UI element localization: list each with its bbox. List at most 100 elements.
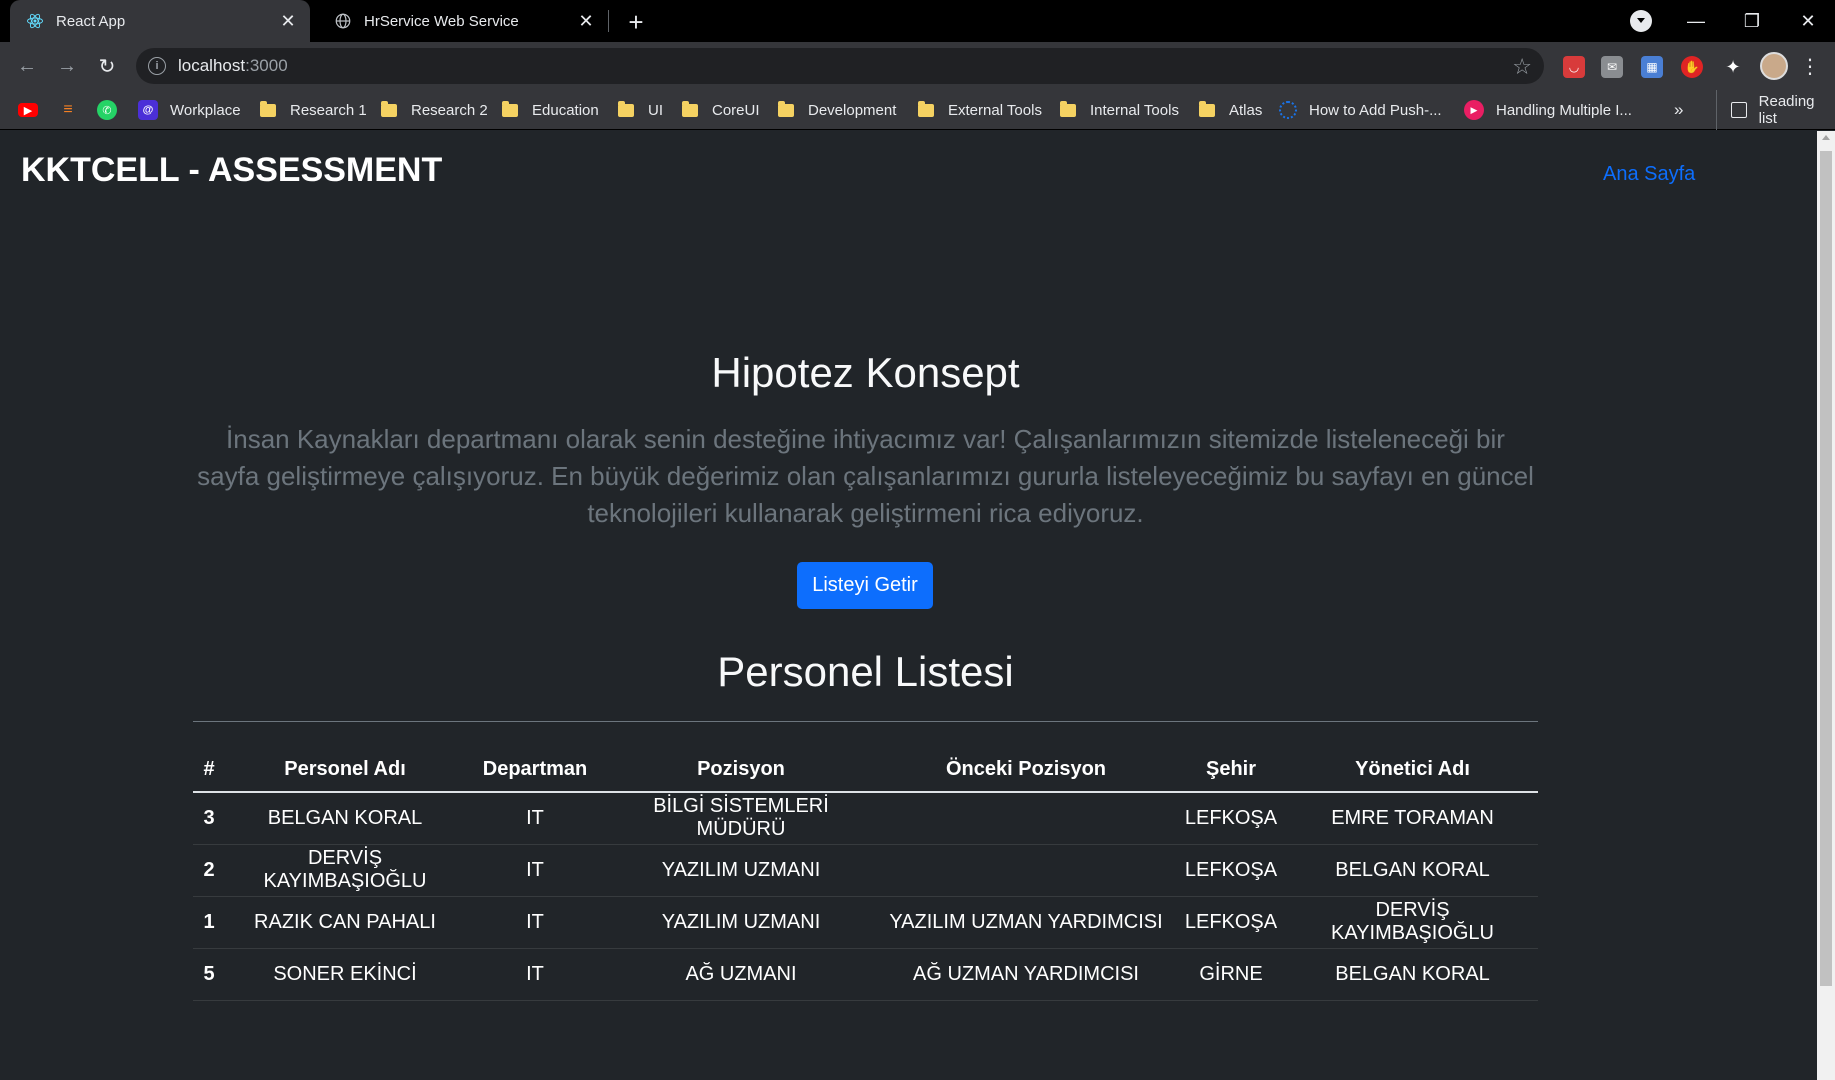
folder-icon <box>1060 100 1076 117</box>
navbar-brand[interactable]: KKTCELL - ASSESSMENT <box>21 151 442 190</box>
bookmark-youtube[interactable]: ▶ <box>18 90 50 130</box>
fetch-list-button[interactable]: Listeyi Getir <box>797 562 933 609</box>
scrollbar-thumb[interactable] <box>1820 151 1832 986</box>
vertical-scrollbar[interactable] <box>1817 131 1835 1080</box>
cell-name: BELGAN KORAL <box>225 792 465 845</box>
minimize-icon[interactable]: — <box>1668 0 1724 42</box>
bookmark-label: External Tools <box>948 101 1042 119</box>
bookmark-label: Handling Multiple I... <box>1496 101 1632 119</box>
bookmark-development[interactable]: Development <box>778 90 896 130</box>
bookmark-research-1[interactable]: Research 1 <box>260 90 367 130</box>
play-icon: ▶ <box>1464 100 1484 120</box>
spinner-icon <box>1279 101 1297 119</box>
bookmark-internal-tools[interactable]: Internal Tools <box>1060 90 1179 130</box>
reading-list-button[interactable]: Reading list <box>1716 90 1835 130</box>
column-header-position: Pozisyon <box>605 748 877 793</box>
tab-separator <box>608 10 609 32</box>
folder-icon <box>682 100 698 117</box>
hero-description: İnsan Kaynakları departmanı olarak senin… <box>197 424 1534 528</box>
bookmark-label: UI <box>648 101 663 119</box>
bookmark-atlas[interactable]: Atlas <box>1199 90 1262 130</box>
bookmark-stackoverflow[interactable]: ≡ <box>58 90 90 130</box>
tab-title: HrService Web Service <box>364 12 519 30</box>
cell-department: IT <box>465 896 605 949</box>
mail-extension-icon[interactable]: ✉ <box>1601 56 1623 78</box>
pocket-extension-icon[interactable]: ◡ <box>1563 56 1585 78</box>
bookmark-label: Atlas <box>1229 101 1263 119</box>
cell-city: LEFKOŞA <box>1175 844 1287 897</box>
bookmark-workplace[interactable]: @ Workplace <box>138 90 241 130</box>
table-row: 1 RAZIK CAN PAHALI IT YAZILIM UZMANI YAZ… <box>193 896 1538 949</box>
personnel-table: # Personel Adı Departman Pozisyon Önceki… <box>193 748 1538 1001</box>
bookmark-star-icon[interactable]: ☆ <box>1512 54 1532 80</box>
tab-search-icon[interactable] <box>1630 10 1652 32</box>
scroll-up-arrow-icon[interactable] <box>1822 135 1830 140</box>
cell-previous-position <box>877 844 1175 897</box>
address-bar[interactable]: i localhost:3000 ☆ <box>136 48 1544 84</box>
cell-position: YAZILIM UZMANI <box>605 844 877 897</box>
column-header-department: Departman <box>465 748 605 793</box>
reload-icon[interactable]: ↻ <box>92 51 122 81</box>
bookmark-label: Research 2 <box>411 101 488 119</box>
cell-city: LEFKOŞA <box>1175 896 1287 949</box>
bookmark-label: Research 1 <box>290 101 367 119</box>
profile-avatar[interactable] <box>1760 52 1788 80</box>
cell-previous-position: AĞ UZMAN YARDIMCISI <box>877 948 1175 1001</box>
personnel-list-title: Personel Listesi <box>717 648 1014 695</box>
tab-react-app[interactable]: React App ✕ <box>10 0 310 42</box>
more-bookmarks-chevron[interactable]: » <box>1674 90 1683 130</box>
extensions-puzzle-icon[interactable]: ✦ <box>1722 56 1744 78</box>
bookmark-whatsapp[interactable]: ✆ <box>97 90 129 130</box>
cell-previous-position <box>877 792 1175 845</box>
table-row: 2 DERVİŞ KAYIMBAŞIOĞLU IT YAZILIM UZMANI… <box>193 844 1538 897</box>
browser-menu-icon[interactable]: ⋮ <box>1800 52 1820 80</box>
forward-icon[interactable]: → <box>52 51 82 81</box>
cell-department: IT <box>465 844 605 897</box>
cell-position: AĞ UZMANI <box>605 948 877 1001</box>
site-info-icon[interactable]: i <box>148 57 166 75</box>
folder-icon <box>502 100 518 117</box>
calendar-extension-icon[interactable]: ▦ <box>1641 56 1663 78</box>
nav-link-home[interactable]: Ana Sayfa <box>1603 163 1695 186</box>
back-icon[interactable]: ← <box>12 51 42 81</box>
cell-manager: BELGAN KORAL <box>1287 844 1538 897</box>
column-header-manager: Yönetici Adı <box>1287 748 1538 793</box>
column-header-name: Personel Adı <box>225 748 465 793</box>
cell-manager: DERVİŞ KAYIMBAŞIOĞLU <box>1287 896 1538 949</box>
bookmark-education[interactable]: Education <box>502 90 599 130</box>
adblock-extension-icon[interactable]: ✋ <box>1681 56 1703 78</box>
bookmark-label: Development <box>808 101 897 119</box>
bookmark-research-2[interactable]: Research 2 <box>381 90 488 130</box>
cell-id: 1 <box>193 896 225 949</box>
bookmark-ui[interactable]: UI <box>618 90 663 130</box>
tab-title: React App <box>56 12 126 30</box>
workplace-icon: @ <box>138 100 158 120</box>
cell-name: RAZIK CAN PAHALI <box>225 896 465 949</box>
table-header-row: # Personel Adı Departman Pozisyon Önceki… <box>193 748 1538 793</box>
tab-hrservice[interactable]: HrService Web Service ✕ <box>318 0 608 42</box>
cell-id: 5 <box>193 948 225 1001</box>
bookmarks-bar: ▶ ≡ ✆ @ Workplace Research 1 Research 2 … <box>0 90 1835 130</box>
close-tab-icon[interactable]: ✕ <box>276 9 300 33</box>
cell-id: 2 <box>193 844 225 897</box>
close-window-icon[interactable]: ✕ <box>1780 0 1835 42</box>
bookmark-external-tools[interactable]: External Tools <box>918 90 1042 130</box>
column-header-previous-position: Önceki Pozisyon <box>877 748 1175 793</box>
browser-toolbar: ← → ↻ i localhost:3000 ☆ ◡ ✉ ▦ ✋ ✦ ⋮ <box>0 42 1835 90</box>
new-tab-button[interactable]: + <box>620 6 652 38</box>
cell-department: IT <box>465 948 605 1001</box>
cell-id: 3 <box>193 792 225 845</box>
folder-icon <box>778 100 794 117</box>
bookmark-handling-multiple[interactable]: ▶ Handling Multiple I... <box>1464 90 1632 130</box>
bookmark-coreui[interactable]: CoreUI <box>682 90 760 130</box>
cell-manager: BELGAN KORAL <box>1287 948 1538 1001</box>
cell-name: DERVİŞ KAYIMBAŞIOĞLU <box>225 844 465 897</box>
restore-icon[interactable]: ❐ <box>1724 0 1780 42</box>
whatsapp-icon: ✆ <box>97 100 117 120</box>
folder-icon <box>918 100 934 117</box>
bookmark-push-notifications[interactable]: How to Add Push-... <box>1279 90 1442 130</box>
bookmark-label: How to Add Push-... <box>1309 101 1442 119</box>
browser-tab-strip: React App ✕ HrService Web Service ✕ + — … <box>0 0 1835 42</box>
close-tab-icon[interactable]: ✕ <box>574 9 598 33</box>
bookmark-label: Internal Tools <box>1090 101 1179 119</box>
